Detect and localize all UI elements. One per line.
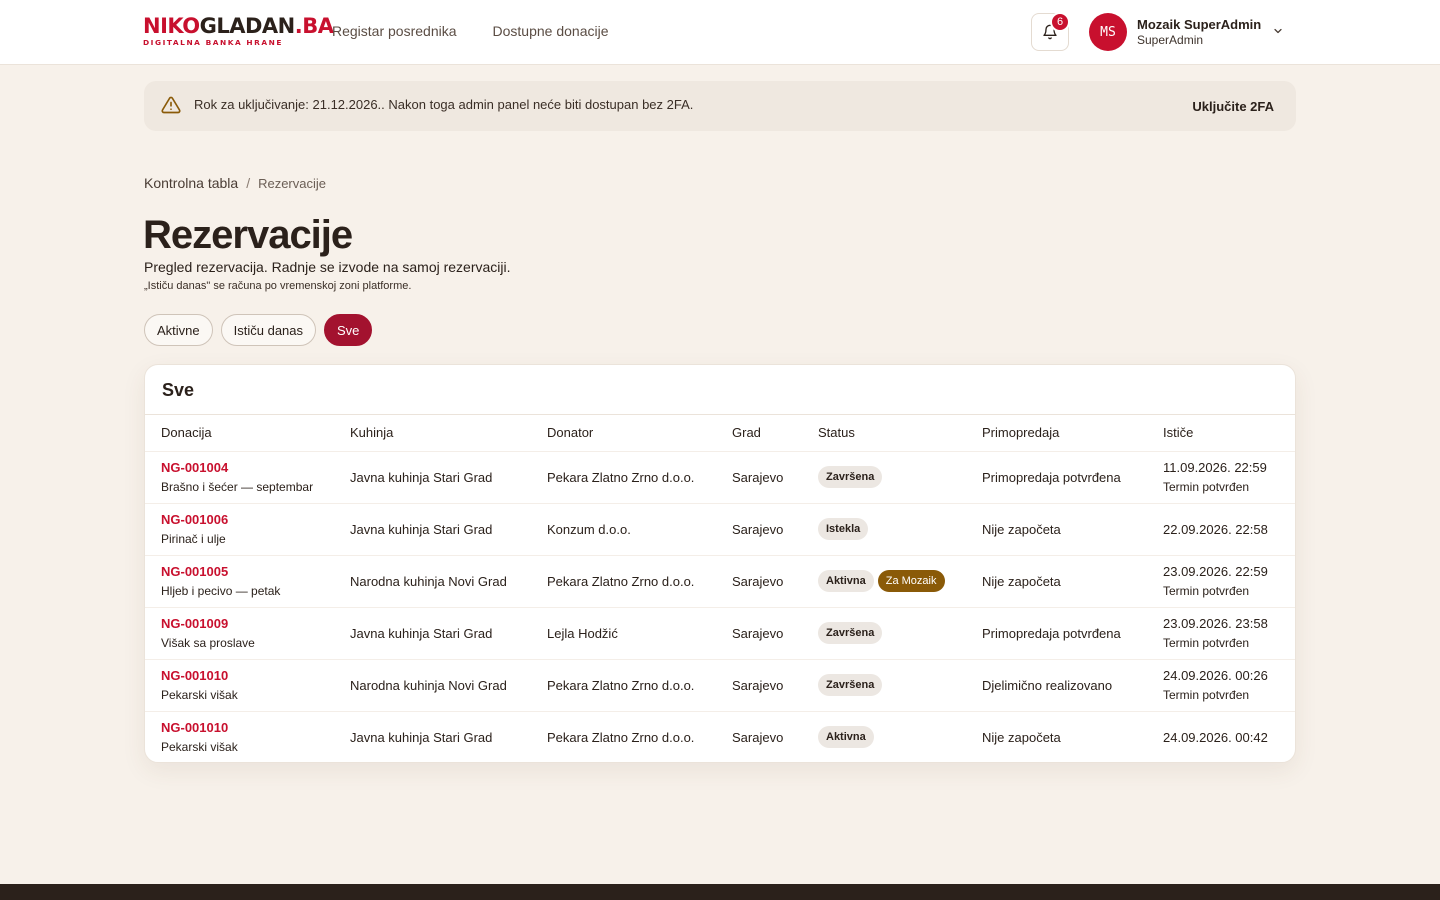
brand-tagline: DIGITALNA BANKA HRANE xyxy=(143,38,284,47)
main-nav: Registar posrednika Dostupne donacije xyxy=(332,23,609,39)
donor-cell: Pekara Zlatno Zrno d.o.o. xyxy=(547,677,695,693)
filter-sve[interactable]: Sve xyxy=(324,314,373,346)
table-row[interactable]: NG-001010 Pekarski višak Javna kuhinja St… xyxy=(145,711,1295,762)
card-title: Sve xyxy=(162,380,195,400)
donation-name: Višak sa proslave xyxy=(161,636,255,650)
filter-isticu-danas[interactable]: Ističu danas xyxy=(220,314,317,346)
donation-name: Pekarski višak xyxy=(161,740,238,755)
user-name[interactable]: Mozaik SuperAdmin xyxy=(1137,17,1261,32)
donor-cell: Pekara Zlatno Zrno d.o.o. xyxy=(547,573,695,589)
column-header: Donacija xyxy=(161,425,212,441)
breadcrumb-current: Rezervacije xyxy=(258,176,326,191)
enable-2fa-button[interactable]: Uključite 2FA xyxy=(1192,99,1274,114)
filter-aktivne[interactable]: Aktivne xyxy=(144,314,213,346)
column-header: Primopredaja xyxy=(982,425,1060,441)
reservations-card: Sve Donacija Kuhinja Donator Grad Status… xyxy=(144,364,1296,763)
breadcrumb-separator: / xyxy=(246,175,251,191)
kitchen-cell: Javna kuhinja Stari Grad xyxy=(350,729,493,745)
status-badge: Aktivna xyxy=(818,726,874,749)
city-cell: Sarajevo xyxy=(732,677,784,693)
donation-id-link[interactable]: NG-001010 xyxy=(161,720,350,735)
kitchen-cell: Javna kuhinja Stari Grad xyxy=(350,469,493,485)
brand-logo[interactable]: NIKOGLADAN.BA DIGITALNA BANKA HRANE xyxy=(143,16,334,47)
city-cell: Sarajevo xyxy=(732,625,784,641)
table-row[interactable]: NG-001009 Višak sa proslave Javna kuhinja… xyxy=(145,607,1295,659)
handover-cell: Nije započeta xyxy=(982,521,1061,537)
alert-text: Rok za uključivanje: 21.12.2026.. Nakon … xyxy=(194,97,694,112)
warning-icon xyxy=(161,96,181,114)
status-badge: Završena xyxy=(818,466,883,488)
expires-note: Termin potvrđen xyxy=(1163,480,1250,494)
expires-date: 23.09.2026. 23:58 xyxy=(1163,616,1268,631)
column-header: Kuhinja xyxy=(350,425,394,441)
za-mozaik-badge: Za Mozaik xyxy=(877,570,945,592)
city-cell: Sarajevo xyxy=(732,729,784,745)
column-header: Donator xyxy=(547,425,594,441)
donation-id-link[interactable]: NG-001010 xyxy=(161,668,350,683)
expires-date: 24.09.2026. 00:26 xyxy=(1163,668,1268,683)
donor-cell: Lejla Hodžić xyxy=(547,625,618,641)
expires-date: 11.09.2026. 22:59 xyxy=(1163,460,1267,475)
donor-cell: Pekara Zlatno Zrno d.o.o. xyxy=(547,729,695,745)
kitchen-cell: Javna kuhinja Stari Grad xyxy=(350,521,493,537)
expires-date: 24.09.2026. 00:42 xyxy=(1163,729,1268,745)
city-cell: Sarajevo xyxy=(732,521,784,537)
handover-cell: Primopredaja potvrđena xyxy=(982,625,1121,641)
column-header: Ističe xyxy=(1163,425,1194,441)
expires-note: Termin potvrđen xyxy=(1163,584,1250,598)
handover-cell: Primopredaja potvrđena xyxy=(982,469,1121,485)
status-badge: Istekla xyxy=(818,518,869,540)
donation-name: Pirinač i ulje xyxy=(161,532,226,546)
donation-name: Hljeb i pecivo — petak xyxy=(161,584,281,598)
nav-registar-posrednika[interactable]: Registar posrednika xyxy=(332,23,457,39)
donation-id-link[interactable]: NG-001006 xyxy=(161,512,350,527)
donation-id-link[interactable]: NG-001004 xyxy=(161,460,350,475)
breadcrumb: Kontrolna tabla / Rezervacije xyxy=(144,175,326,191)
expires-date: 22.09.2026. 22:58 xyxy=(1163,521,1268,537)
user-role: SuperAdmin xyxy=(1137,33,1204,47)
expires-date: 23.09.2026. 22:59 xyxy=(1163,564,1268,579)
breadcrumb-home[interactable]: Kontrolna tabla xyxy=(144,175,238,191)
donor-cell: Konzum d.o.o. xyxy=(547,521,631,537)
table-row[interactable]: NG-001005 Hljeb i pecivo — petak Narodna … xyxy=(145,555,1295,607)
page-footer xyxy=(0,884,1440,900)
table-row[interactable]: NG-001006 Pirinač i ulje Javna kuhinja St… xyxy=(145,503,1295,555)
table-row[interactable]: NG-001010 Pekarski višak Narodna kuhinja … xyxy=(145,659,1295,711)
timezone-note: „Ističu danas" se računa po vremenskoj z… xyxy=(144,280,412,292)
table-header-row: Donacija Kuhinja Donator Grad Status Pri… xyxy=(145,415,1295,451)
donation-id-link[interactable]: NG-001009 xyxy=(161,616,350,631)
nav-dostupne-donacije[interactable]: Dostupne donacije xyxy=(493,23,609,39)
avatar[interactable]: MS xyxy=(1089,13,1127,51)
status-badge: Završena xyxy=(818,674,883,696)
kitchen-cell: Javna kuhinja Stari Grad xyxy=(350,625,493,641)
page-title: Rezervacije xyxy=(143,213,353,257)
city-cell: Sarajevo xyxy=(732,469,784,485)
handover-cell: Djelimično realizovano xyxy=(982,677,1113,693)
expires-note: Termin potvrđen xyxy=(1163,636,1250,650)
donation-name: Brašno i šećer — septembar xyxy=(161,480,314,494)
table-row[interactable]: NG-001004 Brašno i šećer — septembar Javn… xyxy=(145,451,1295,503)
reservations-table: Donacija Kuhinja Donator Grad Status Pri… xyxy=(145,415,1295,762)
page-subtitle: Pregled rezervacija. Radnje se izvode na… xyxy=(144,259,511,275)
chevron-down-icon[interactable] xyxy=(1272,25,1284,37)
handover-cell: Nije započeta xyxy=(982,729,1061,745)
notification-count-badge: 6 xyxy=(1050,12,1070,32)
donor-cell: Pekara Zlatno Zrno d.o.o. xyxy=(547,469,695,485)
column-header: Status xyxy=(818,425,855,441)
expires-note: Termin potvrđen xyxy=(1163,688,1250,702)
column-header: Grad xyxy=(732,425,761,441)
donation-id-link[interactable]: NG-001005 xyxy=(161,564,350,579)
kitchen-cell: Narodna kuhinja Novi Grad xyxy=(350,573,507,589)
filter-pills: Aktivne Ističu danas Sve xyxy=(144,314,373,346)
kitchen-cell: Narodna kuhinja Novi Grad xyxy=(350,677,507,693)
status-badge: Aktivna xyxy=(818,570,874,592)
city-cell: Sarajevo xyxy=(732,573,784,589)
donation-name: Pekarski višak xyxy=(161,688,238,702)
status-badge: Završena xyxy=(818,622,883,644)
top-bar: NIKOGLADAN.BA DIGITALNA BANKA HRANE Regi… xyxy=(0,0,1440,65)
twofa-alert: Rok za uključivanje: 21.12.2026.. Nakon … xyxy=(144,81,1296,131)
handover-cell: Nije započeta xyxy=(982,573,1061,589)
